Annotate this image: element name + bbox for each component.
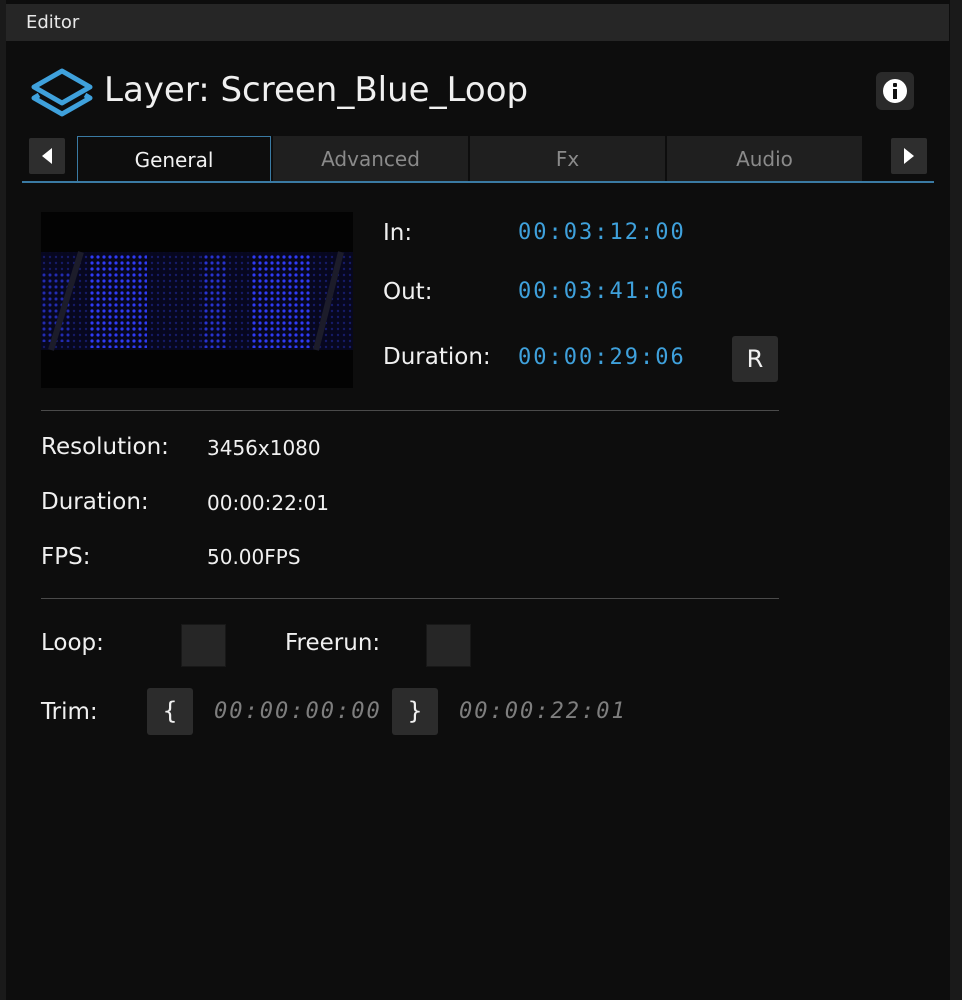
divider — [41, 598, 779, 599]
timing-duration-label: Duration: — [383, 344, 491, 370]
tab-fx[interactable]: Fx — [470, 136, 665, 182]
tab-advanced[interactable]: Advanced — [273, 136, 468, 182]
resolution-label: Resolution: — [41, 434, 169, 460]
in-timecode[interactable]: 00:03:12:00 — [518, 220, 686, 245]
arrow-left-icon — [42, 148, 52, 164]
resolution-value: 3456x1080 — [207, 436, 321, 460]
info-button[interactable] — [876, 72, 914, 110]
loop-label: Loop: — [41, 630, 104, 656]
trim-out-button[interactable]: } — [392, 688, 438, 735]
tab-underline — [22, 181, 934, 183]
divider — [41, 410, 779, 411]
info-icon — [883, 79, 907, 103]
trim-in-button[interactable]: { — [147, 688, 193, 735]
layer-thumbnail — [41, 212, 353, 388]
trim-out-timecode[interactable]: 00:00:22:01 — [459, 699, 627, 724]
trim-label: Trim: — [41, 699, 98, 725]
tab-scroll-right-button[interactable] — [891, 138, 927, 174]
timing-duration-timecode: 00:00:29:06 — [518, 345, 686, 370]
trim-in-timecode[interactable]: 00:00:00:00 — [214, 699, 382, 724]
editor-titlebar: Editor — [6, 4, 949, 41]
fps-label: FPS: — [41, 544, 91, 570]
reset-button[interactable]: R — [732, 336, 778, 382]
editor-title: Editor — [26, 12, 80, 33]
media-duration-value: 00:00:22:01 — [207, 491, 330, 515]
media-duration-label: Duration: — [41, 489, 149, 515]
arrow-right-icon — [904, 148, 914, 164]
layers-icon — [31, 68, 93, 118]
tab-general[interactable]: General — [77, 136, 271, 183]
out-timecode[interactable]: 00:03:41:06 — [518, 279, 686, 304]
freerun-checkbox[interactable] — [426, 624, 471, 667]
tab-audio[interactable]: Audio — [667, 136, 862, 182]
fps-value: 50.00FPS — [207, 545, 301, 569]
out-label: Out: — [383, 279, 433, 305]
layer-title: Layer: Screen_Blue_Loop — [104, 70, 529, 110]
freerun-label: Freerun: — [285, 630, 381, 656]
tab-scroll-left-button[interactable] — [29, 138, 65, 174]
loop-checkbox[interactable] — [181, 624, 226, 667]
in-label: In: — [383, 220, 413, 246]
